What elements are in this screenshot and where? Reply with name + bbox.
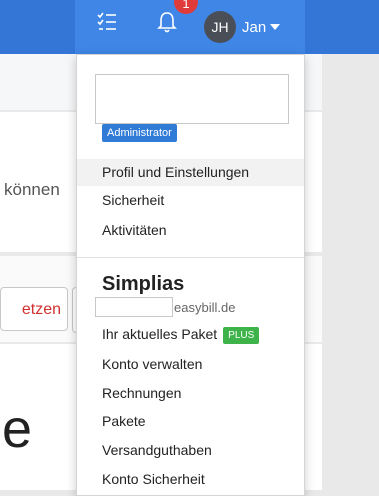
- tasks-icon[interactable]: [96, 11, 118, 38]
- redacted-field: [95, 297, 173, 317]
- page-text-fragment: können: [4, 180, 60, 199]
- chevron-down-icon: [270, 24, 281, 30]
- menu-item-account-security[interactable]: Konto Sicherheit: [77, 466, 304, 493]
- menu-item-invoices[interactable]: Rechnungen: [77, 380, 304, 407]
- menu-item-profile-settings[interactable]: Profil und Einstellungen: [77, 159, 304, 186]
- menu-item-shipping-credit[interactable]: Versandguthaben: [77, 437, 304, 464]
- avatar: JH: [204, 11, 236, 43]
- menu-item-activities[interactable]: Aktivitäten: [77, 217, 304, 244]
- divider: [77, 257, 304, 258]
- package-badge: PLUS: [223, 326, 260, 344]
- menu-item-current-package[interactable]: Ihr aktuelles Paket PLUS: [77, 321, 304, 348]
- menu-item-manage-account[interactable]: Konto verwalten: [77, 351, 304, 378]
- profile-info-box: [95, 74, 289, 124]
- account-name: Simplias: [102, 273, 185, 295]
- role-badge: Administrator: [102, 124, 177, 142]
- notifications-bell-icon[interactable]: [156, 10, 178, 39]
- user-dropdown-menu: Administrator Profil und Einstellungen S…: [76, 54, 305, 496]
- user-menu-toggle[interactable]: JH Jan: [204, 7, 281, 47]
- page-button[interactable]: etzen: [0, 287, 68, 331]
- account-domain-row: easybill.de: [95, 297, 235, 317]
- page-heading-fragment: e: [2, 399, 33, 459]
- package-label: Ihr aktuelles Paket: [102, 326, 218, 342]
- menu-item-security[interactable]: Sicherheit: [77, 187, 304, 214]
- user-name: Jan: [242, 18, 267, 36]
- menu-item-packages[interactable]: Pakete: [77, 408, 304, 435]
- account-domain: easybill.de: [174, 299, 236, 315]
